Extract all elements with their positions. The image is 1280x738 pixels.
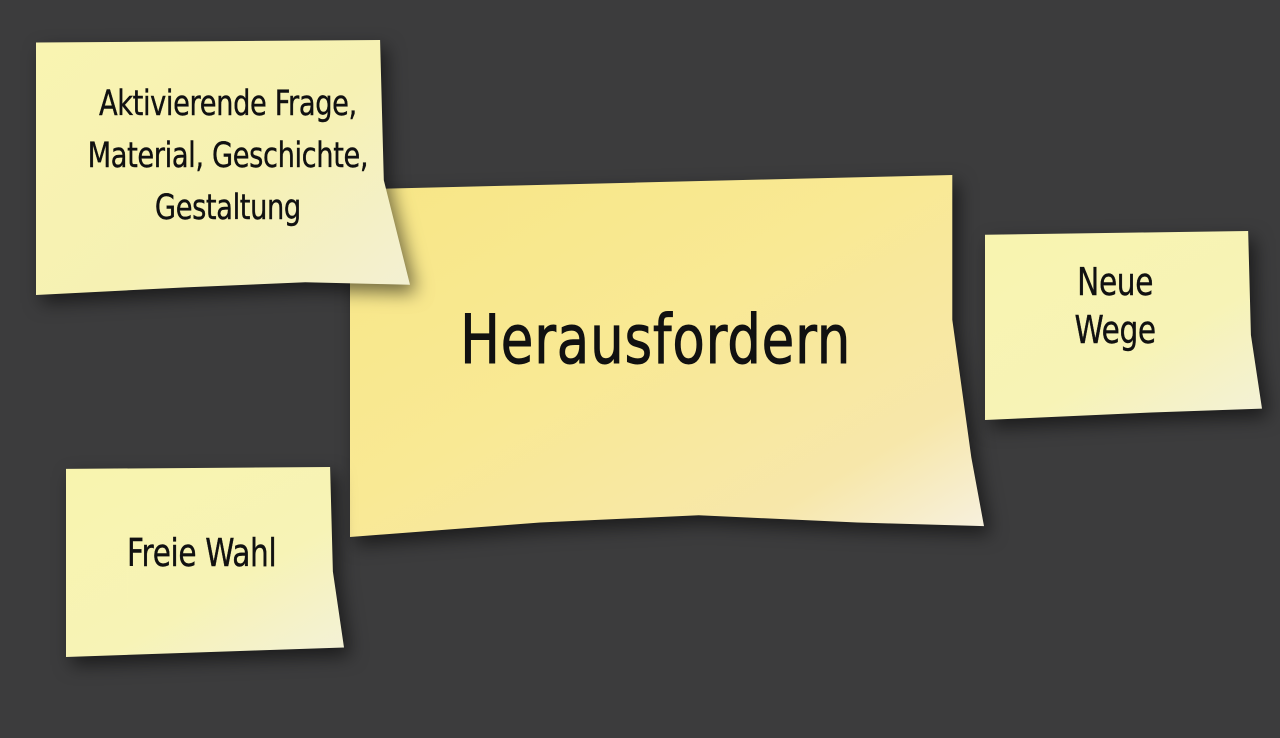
sticky-note-new-ways: Neue Wege [985, 231, 1262, 420]
sticky-note-activating: Aktivierende Frage, Material, Geschichte… [36, 40, 410, 295]
sticky-note-free-choice: Freie Wahl [66, 467, 344, 657]
sticky-note-free-choice-label: Freie Wahl [127, 531, 277, 575]
sticky-note-main: Herausfordern [350, 175, 984, 537]
sticky-note-main-label: Herausfordern [460, 301, 852, 381]
sticky-note-new-ways-label: Neue Wege [1074, 259, 1157, 352]
sticky-note-board: Herausfordern Aktivierende Frage, Materi… [0, 0, 1280, 738]
sticky-note-activating-label: Aktivierende Frage, Material, Geschichte… [87, 83, 369, 228]
